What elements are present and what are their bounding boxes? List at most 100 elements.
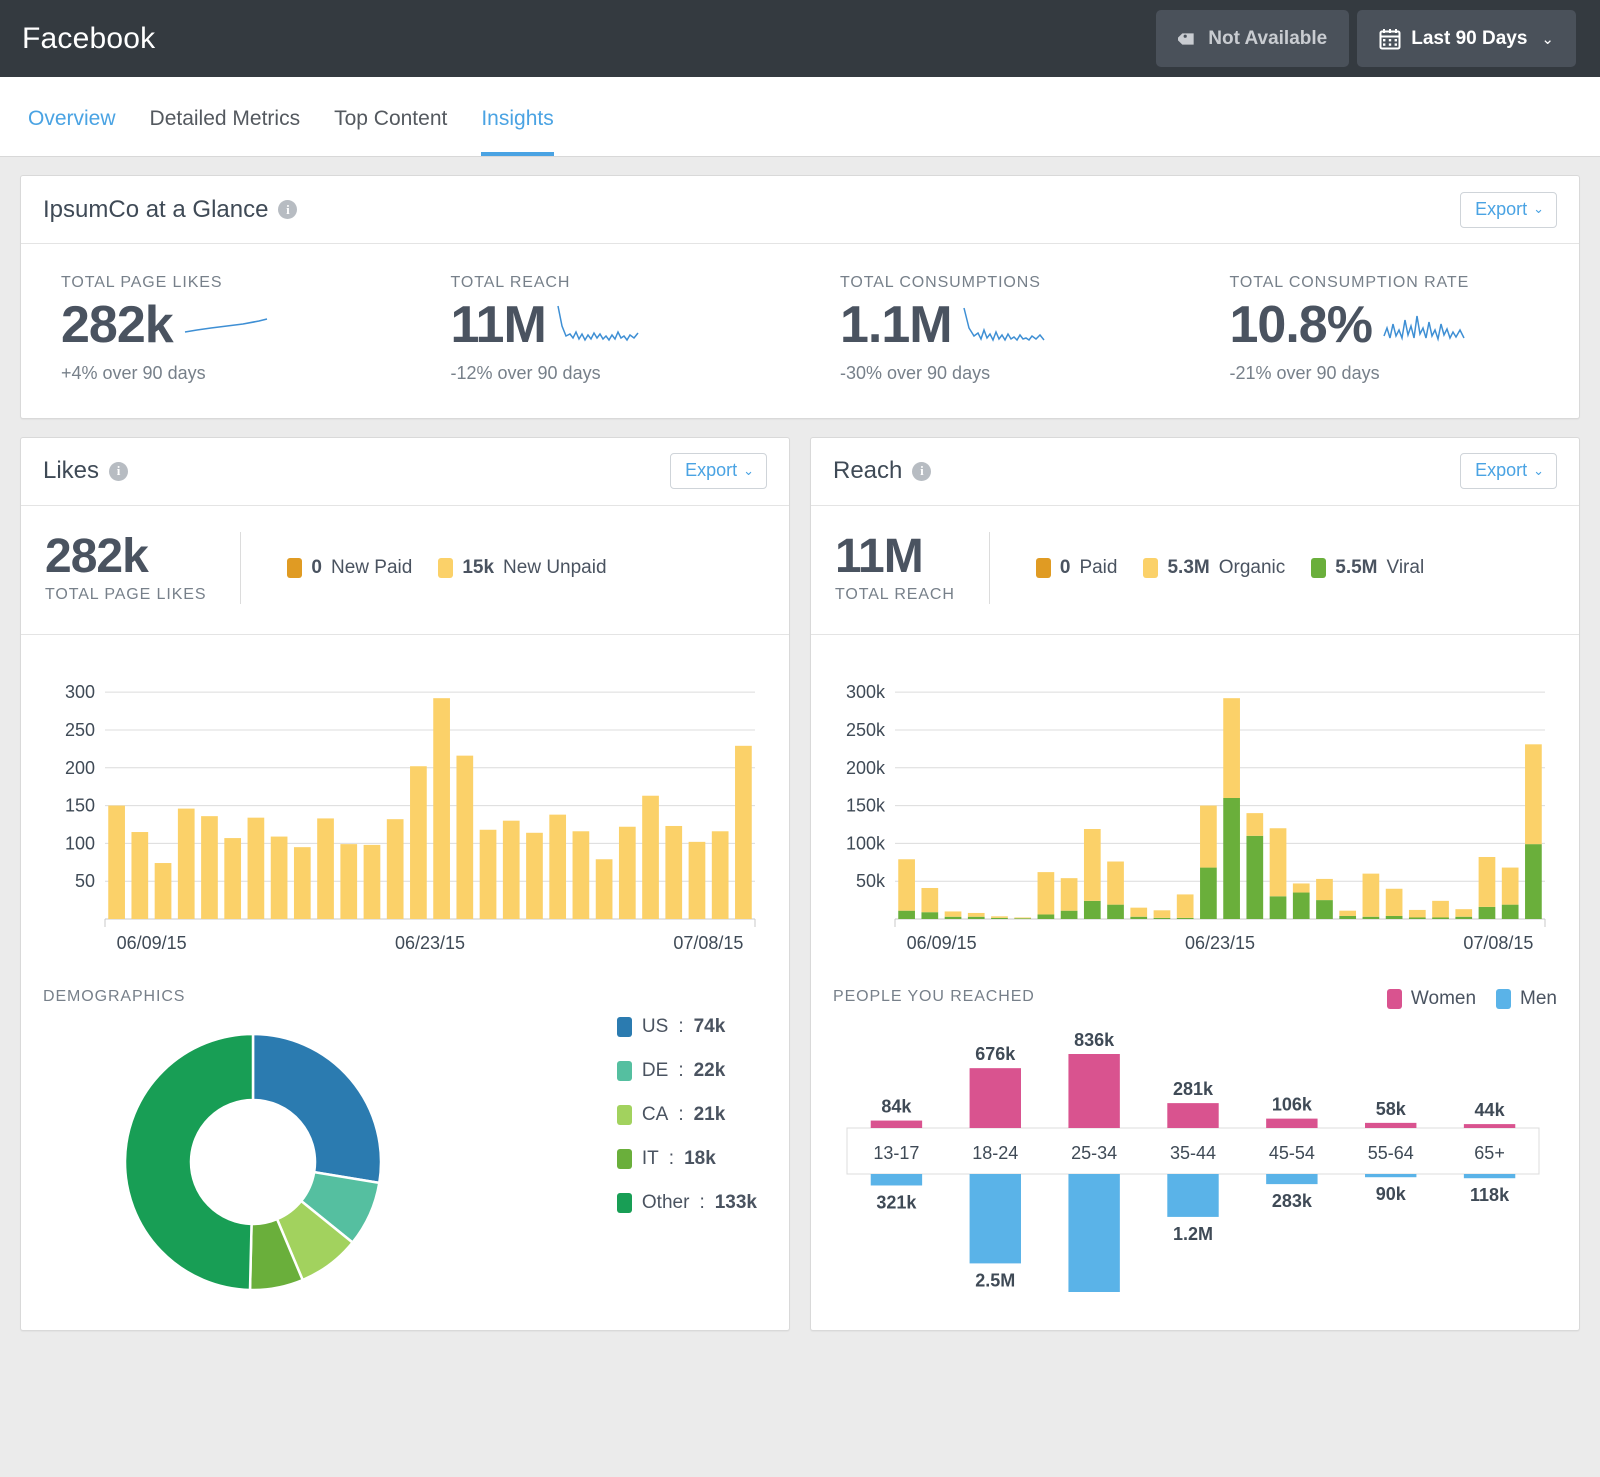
likes-total-label: TOTAL PAGE LIKES xyxy=(45,586,206,604)
tab-overview[interactable]: Overview xyxy=(28,77,116,156)
svg-text:58k: 58k xyxy=(1376,1099,1407,1119)
tag-icon xyxy=(1178,29,1198,49)
demographics-legend: US: 74k DE: 22k CA: 21k xyxy=(617,1010,767,1310)
legend-item-women: Women xyxy=(1387,988,1476,1010)
tab-detailed-metrics[interactable]: Detailed Metrics xyxy=(150,77,301,156)
svg-text:25-34: 25-34 xyxy=(1071,1143,1117,1163)
likes-card-header: Likes i Export ⌄ xyxy=(21,438,789,506)
legend-item-new-unpaid: 15k New Unpaid xyxy=(438,557,606,579)
svg-text:18-24: 18-24 xyxy=(972,1143,1018,1163)
legend-label: Women xyxy=(1411,988,1476,1010)
svg-text:3.3M: 3.3M xyxy=(1074,1299,1114,1300)
likes-export-label: Export xyxy=(685,460,737,481)
svg-text:100: 100 xyxy=(65,833,95,853)
legend-swatch-other xyxy=(617,1193,632,1213)
glance-title: IpsumCo at a Glance xyxy=(43,196,268,224)
sparkline-consumptions xyxy=(962,302,1048,348)
not-available-button[interactable]: Not Available xyxy=(1156,10,1349,67)
kpi-total-consumptions: TOTAL CONSUMPTIONS 1.1M -30% over 90 day… xyxy=(800,274,1190,384)
legend-label: Paid xyxy=(1079,557,1117,579)
kpi-label: TOTAL CONSUMPTIONS xyxy=(840,274,1190,292)
reach-title: Reach xyxy=(833,457,902,485)
svg-text:150: 150 xyxy=(65,796,95,816)
svg-text:300: 300 xyxy=(65,682,95,702)
svg-text:90k: 90k xyxy=(1376,1184,1407,1204)
legend-value: 15k xyxy=(462,557,494,579)
svg-text:200k: 200k xyxy=(846,758,886,778)
demographics-area: US: 74k DE: 22k CA: 21k xyxy=(21,1006,789,1330)
legend-label: CA xyxy=(642,1104,668,1126)
reach-stacked-bar-chart[interactable]: 50k100k150k200k250k300k06/09/1506/23/150… xyxy=(833,661,1553,961)
topbar-actions: Not Available Last 90 Days ⌄ xyxy=(1156,10,1576,67)
likes-title: Likes xyxy=(43,457,99,485)
date-range-label: Last 90 Days xyxy=(1411,28,1527,50)
not-available-label: Not Available xyxy=(1208,28,1327,50)
svg-text:84k: 84k xyxy=(881,1097,912,1117)
calendar-icon xyxy=(1379,28,1401,50)
svg-text:100k: 100k xyxy=(846,833,886,853)
info-icon[interactable]: i xyxy=(109,462,128,481)
glance-card-header: IpsumCo at a Glance i Export ⌄ xyxy=(21,176,1579,244)
tab-top-content[interactable]: Top Content xyxy=(334,77,447,156)
likes-summary: 282k TOTAL PAGE LIKES 0 New Paid 15k New… xyxy=(21,506,789,635)
kpi-row: TOTAL PAGE LIKES 282k +4% over 90 days T… xyxy=(21,244,1579,418)
kpi-value: 10.8% xyxy=(1230,298,1372,353)
legend-value: 5.3M xyxy=(1167,557,1209,579)
legend-swatch-us xyxy=(617,1017,632,1037)
people-reached-header: PEOPLE YOU REACHED Women Men xyxy=(811,970,1579,1010)
likes-total-value: 282k xyxy=(45,532,206,582)
top-bar: Facebook Not Available Last 90 Days ⌄ xyxy=(0,0,1600,77)
likes-legend: 0 New Paid 15k New Unpaid xyxy=(241,557,606,579)
legend-value: 133k xyxy=(715,1192,757,1214)
svg-text:06/23/15: 06/23/15 xyxy=(1185,933,1255,953)
legend-label: IT xyxy=(642,1148,659,1170)
legend-label: Organic xyxy=(1219,557,1286,579)
sparkline-page-likes xyxy=(183,302,269,348)
legend-value: 22k xyxy=(694,1060,726,1082)
legend-label: New Unpaid xyxy=(503,557,607,579)
info-icon[interactable]: i xyxy=(912,462,931,481)
legend-swatch-viral xyxy=(1311,558,1326,578)
panels-row: Likes i Export ⌄ 282k TOTAL PAGE LIKES 0 xyxy=(20,437,1580,1331)
svg-text:50: 50 xyxy=(75,871,95,891)
sparkline-reach xyxy=(556,302,642,348)
svg-text:250: 250 xyxy=(65,720,95,740)
kpi-label: TOTAL REACH xyxy=(451,274,801,292)
kpi-delta: -12% over 90 days xyxy=(451,363,801,384)
demographics-donut-chart[interactable] xyxy=(43,1010,503,1310)
svg-text:118k: 118k xyxy=(1470,1185,1510,1205)
sparkline-consumption-rate xyxy=(1382,302,1468,348)
legend-value: 21k xyxy=(694,1104,726,1126)
reach-total-label: TOTAL REACH xyxy=(835,586,955,604)
svg-text:55-64: 55-64 xyxy=(1368,1143,1414,1163)
svg-text:200: 200 xyxy=(65,758,95,778)
legend-swatch-paid xyxy=(287,558,302,578)
svg-text:836k: 836k xyxy=(1074,1030,1115,1050)
age-gender-chart[interactable]: 84k13-17321k676k18-242.5M836k25-343.3M28… xyxy=(833,1010,1553,1300)
legend-value: 74k xyxy=(694,1016,726,1038)
svg-text:06/23/15: 06/23/15 xyxy=(395,933,465,953)
legend-value: 18k xyxy=(684,1148,716,1170)
likes-bar-chart[interactable]: 5010015020025030006/09/1506/23/1507/08/1… xyxy=(43,661,763,961)
date-range-button[interactable]: Last 90 Days ⌄ xyxy=(1357,10,1576,67)
kpi-delta: +4% over 90 days xyxy=(61,363,411,384)
legend-item-de: DE: 22k xyxy=(617,1060,757,1082)
legend-item-men: Men xyxy=(1496,988,1557,1010)
svg-text:150k: 150k xyxy=(846,796,886,816)
svg-text:44k: 44k xyxy=(1475,1100,1506,1120)
legend-item-viral: 5.5M Viral xyxy=(1311,557,1424,579)
reach-legend: 0 Paid 5.3M Organic 5.5M Viral xyxy=(990,557,1424,579)
reach-summary: 11M TOTAL REACH 0 Paid 5.3M Organic xyxy=(811,506,1579,635)
tab-insights[interactable]: Insights xyxy=(481,77,553,156)
svg-text:50k: 50k xyxy=(856,871,886,891)
likes-export-button[interactable]: Export ⌄ xyxy=(670,453,767,489)
info-icon[interactable]: i xyxy=(278,200,297,219)
glance-export-button[interactable]: Export ⌄ xyxy=(1460,192,1557,228)
gender-legend: Women Men xyxy=(1387,988,1557,1010)
reach-export-button[interactable]: Export ⌄ xyxy=(1460,453,1557,489)
legend-label: Viral xyxy=(1387,557,1425,579)
reach-export-label: Export xyxy=(1475,460,1527,481)
legend-item-us: US: 74k xyxy=(617,1016,757,1038)
svg-text:106k: 106k xyxy=(1272,1095,1313,1115)
svg-text:321k: 321k xyxy=(876,1192,917,1212)
